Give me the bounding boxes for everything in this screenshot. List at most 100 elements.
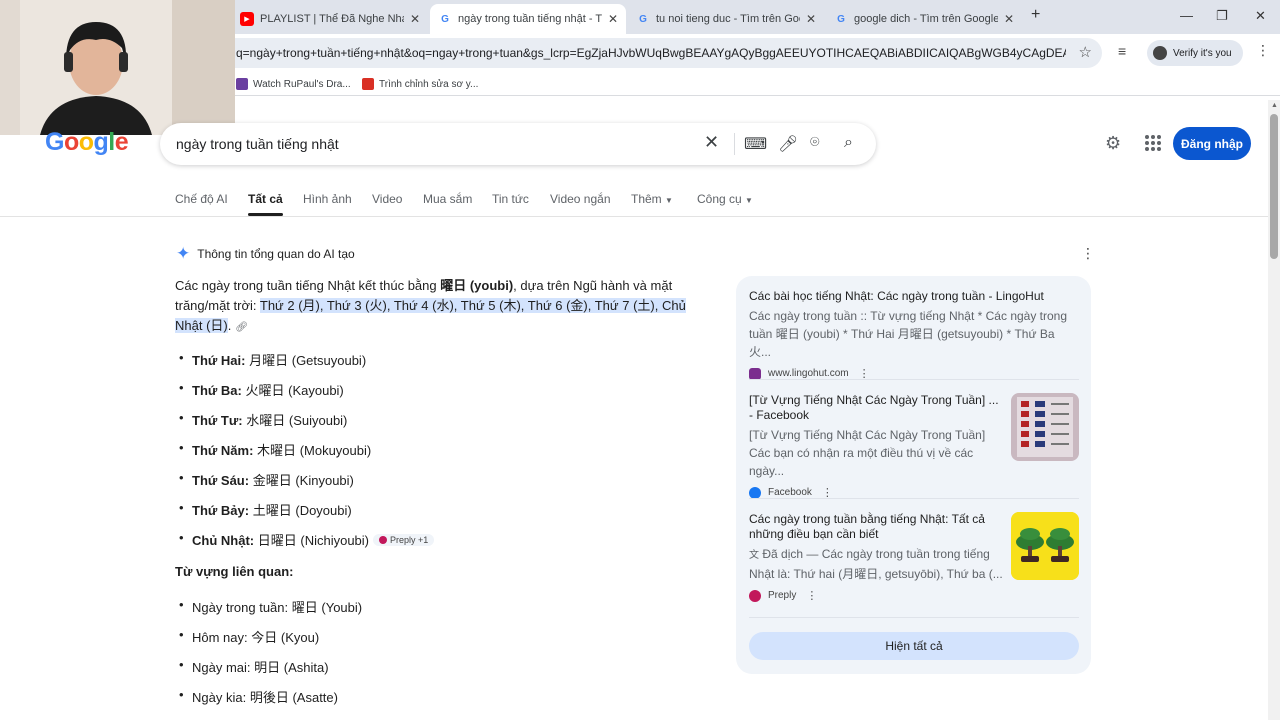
bookmark-label: Watch RuPaul's Dra... <box>253 78 351 90</box>
source-title[interactable]: Các ngày trong tuần bằng tiếng Nhật: Tất… <box>749 512 1004 542</box>
list-item-related: Ngày mai: 明日 (Ashita) <box>179 657 329 676</box>
bookmark-favicon-icon <box>362 78 374 90</box>
tab-more[interactable]: Thêm ▼ <box>631 192 673 206</box>
tab-all[interactable]: Tất cả <box>248 192 283 206</box>
list-item-day: Thứ Bảy: 土曜日 (Doyoubi) <box>179 500 352 519</box>
source-card[interactable]: Các bài học tiếng Nhật: Các ngày trong t… <box>749 289 1079 380</box>
list-item-related: Ngày trong tuần: 曜日 (Youbi) <box>179 597 362 616</box>
close-tab-icon[interactable]: ✕ <box>806 12 816 26</box>
scroll-up-icon[interactable]: ▲ <box>1271 102 1278 109</box>
search-box[interactable]: ngày trong tuần tiếng nhật ✕ ⌨ 🎤︎ ⌾ ⌕ <box>160 123 876 165</box>
preply-icon <box>379 536 388 544</box>
tab-more-label: Thêm <box>631 192 662 206</box>
tab-playlist[interactable]: ▶ PLAYLIST | Thể Đã Nghe Nhạc D ✕ <box>232 4 428 34</box>
list-item-day: Chủ Nhật: 日曜日 (Nichiyoubi) Preply +1 <box>179 530 435 549</box>
url-text[interactable]: q=ngày+trong+tuần+tiếng+nhật&oq=ngay+tro… <box>236 46 1066 60</box>
tab-label: tu noi tieng duc - Tìm trên Goo <box>656 13 800 25</box>
sign-in-button[interactable]: Đăng nhập <box>1173 127 1251 160</box>
google-apps-icon[interactable] <box>1145 135 1161 151</box>
bookmark-rupaul[interactable]: Watch RuPaul's Dra... <box>236 78 351 90</box>
ai-overview-menu-icon[interactable]: ⋮ <box>1081 245 1095 262</box>
close-tab-icon[interactable]: ✕ <box>608 12 618 26</box>
active-tab-indicator <box>248 213 283 216</box>
close-tab-icon[interactable]: ✕ <box>1004 12 1014 26</box>
voice-search-icon[interactable]: 🎤︎ <box>778 134 798 154</box>
day-romaji: (Kayoubi) <box>288 383 344 398</box>
tab-tools[interactable]: Công cụ ▼ <box>697 192 753 206</box>
profile-avatar-icon <box>1153 46 1167 60</box>
related-label: Ngày mai: <box>192 660 251 675</box>
list-item-day: Thứ Năm: 木曜日 (Mokuyoubi) <box>179 440 371 459</box>
scrollbar-thumb[interactable] <box>1270 114 1278 259</box>
close-window-icon[interactable]: ✕ <box>1255 8 1266 24</box>
bookmark-star-icon[interactable]: ☆ <box>1079 43 1092 61</box>
new-tab-icon[interactable]: + <box>1031 6 1040 24</box>
bookmark-editor[interactable]: Trình chỉnh sửa sơ y... <box>362 78 478 90</box>
webcam-overlay <box>0 0 235 135</box>
tab-ai-mode[interactable]: Chế độ AI <box>175 192 228 206</box>
ai-overview-title: Thông tin tổng quan do AI tạo <box>197 247 355 261</box>
sources-panel: Các bài học tiếng Nhật: Các ngày trong t… <box>736 276 1091 674</box>
media-controls-icon[interactable]: ≡ <box>1118 43 1126 59</box>
image-search-icon[interactable]: ⌾ <box>810 134 820 152</box>
maximize-icon[interactable]: ❐ <box>1216 8 1228 24</box>
tab-google-dich[interactable]: G google dich - Tìm trên Google ✕ <box>826 4 1022 34</box>
source-snippet: Các ngày trong tuần :: Từ vựng tiếng Nhậ… <box>749 309 1068 359</box>
close-tab-icon[interactable]: ✕ <box>410 12 420 26</box>
translate-icon: 文 <box>749 550 759 561</box>
day-kanji: 水曜日 <box>246 413 286 428</box>
tab-tu-noi-tieng-duc[interactable]: G tu noi tieng duc - Tìm trên Goo ✕ <box>628 4 824 34</box>
minimize-icon[interactable]: — <box>1180 8 1193 23</box>
tab-video[interactable]: Video <box>372 192 402 206</box>
search-input[interactable]: ngày trong tuần tiếng nhật <box>176 136 339 152</box>
bonsai-thumbnail <box>1011 512 1079 580</box>
source-title[interactable]: Các bài học tiếng Nhật: Các ngày trong t… <box>749 289 1079 304</box>
day-romaji: (Kinyoubi) <box>295 473 354 488</box>
profile-button[interactable]: Verify it's you <box>1147 40 1243 66</box>
day-kanji: 土曜日 <box>252 503 292 518</box>
search-nav-tabs: Chế độ AI Tất cả Hình ảnh Video Mua sắm … <box>0 183 1268 217</box>
source-thumbnail-image[interactable] <box>1011 393 1079 461</box>
address-bar[interactable]: q=ngày+trong+tuần+tiếng+nhật&oq=ngay+tro… <box>160 38 1102 68</box>
source-thumbnail-image[interactable] <box>1011 512 1079 580</box>
tab-shopping[interactable]: Mua sắm <box>423 192 472 206</box>
source-snippet: [Từ Vựng Tiếng Nhật Các Ngày Trong Tuần]… <box>749 428 986 478</box>
tab-images[interactable]: Hình ảnh <box>303 192 352 206</box>
clear-search-icon[interactable]: ✕ <box>704 132 719 153</box>
day-label: Thứ Hai: <box>192 353 246 368</box>
page-scrollbar[interactable]: ▲ <box>1268 100 1280 720</box>
divider <box>749 617 1079 618</box>
source-site: Facebook <box>768 487 812 498</box>
keyboard-icon[interactable]: ⌨ <box>744 134 767 154</box>
source-title[interactable]: [Từ Vựng Tiếng Nhật Các Ngày Trong Tuần]… <box>749 393 1004 423</box>
list-item-related: Hôm nay: 今日 (Kyou) <box>179 627 319 646</box>
tab-active-search[interactable]: G ngày trong tuần tiếng nhật - Tì ✕ <box>430 4 626 34</box>
day-romaji: (Nichiyoubi) <box>300 533 370 548</box>
summary-bold: 曜日 (youbi) <box>440 278 514 293</box>
tab-short-videos[interactable]: Video ngắn <box>550 192 611 206</box>
bookmark-label: Trình chỉnh sửa sơ y... <box>379 78 479 90</box>
tab-news[interactable]: Tin tức <box>492 192 529 206</box>
day-label: Thứ Sáu: <box>192 473 250 488</box>
show-all-button[interactable]: Hiện tất cả <box>749 632 1079 660</box>
chevron-down-icon: ▼ <box>665 196 673 205</box>
profile-label: Verify it's you <box>1173 47 1232 59</box>
list-item-day: Thứ Hai: 月曜日 (Getsuyoubi) <box>179 350 366 369</box>
related-kanji: 明日 <box>254 660 281 675</box>
day-kanji: 火曜日 <box>245 383 285 398</box>
related-label: Hôm nay: <box>192 630 248 645</box>
source-site: www.lingohut.com <box>768 368 849 379</box>
source-menu-icon[interactable]: ⋮ <box>806 589 817 602</box>
summary-text: Các ngày trong tuần tiếng Nhật kết thúc … <box>175 278 441 293</box>
google-logo[interactable]: Google <box>45 128 129 157</box>
day-kanji: 金曜日 <box>252 473 292 488</box>
settings-gear-icon[interactable]: ⚙ <box>1105 133 1121 154</box>
link-icon[interactable]: 🔗︎ <box>235 322 248 333</box>
search-icon[interactable]: ⌕ <box>844 134 853 152</box>
source-chip[interactable]: Preply +1 <box>373 534 435 546</box>
browser-menu-icon[interactable]: ⋮ <box>1256 42 1270 59</box>
related-label: Ngày kia: <box>192 690 247 705</box>
tab-label: ngày trong tuần tiếng nhật - Tì <box>458 13 602 25</box>
day-label: Thứ Tư: <box>192 413 243 428</box>
source-snippet: 文 Đã dịch — Các ngày trong tuần trong ti… <box>749 545 1004 583</box>
